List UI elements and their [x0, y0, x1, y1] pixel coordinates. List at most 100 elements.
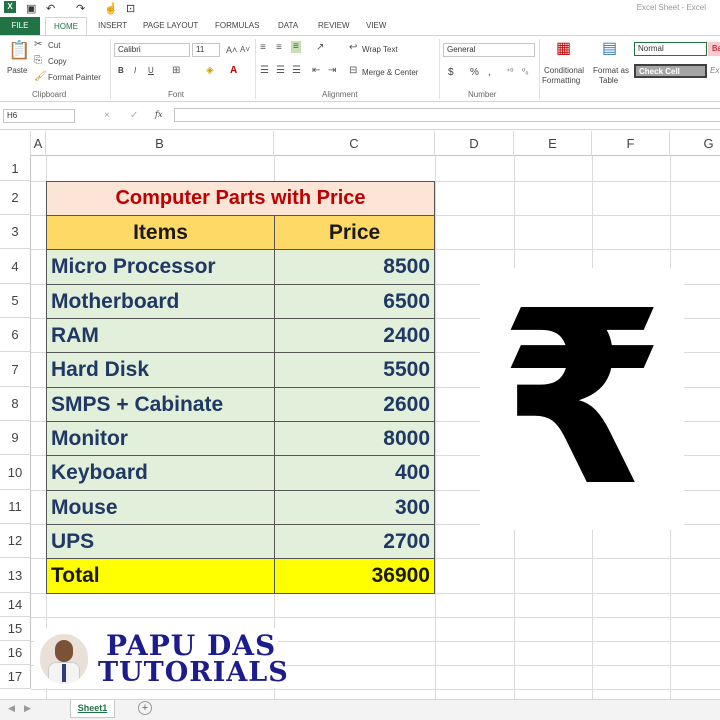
column-header-e[interactable]: E — [514, 131, 592, 156]
borders-icon[interactable]: ⊞ — [172, 65, 180, 77]
conditional-formatting-icon[interactable]: ▦ — [556, 40, 571, 58]
row-header[interactable]: 12 — [0, 524, 31, 558]
rupee-image[interactable]: ₹ — [480, 268, 684, 530]
italic-button[interactable]: I — [134, 66, 136, 75]
item-cell[interactable]: RAM — [46, 318, 275, 353]
header-cell-items[interactable]: Items — [46, 215, 275, 250]
header-cell-price[interactable]: Price — [274, 215, 435, 250]
format-painter-button[interactable]: Format Painter — [48, 73, 101, 82]
conditional-formatting-line1[interactable]: Conditional — [544, 66, 584, 75]
cancel-button[interactable]: × — [104, 110, 110, 121]
column-header-f[interactable]: F — [592, 131, 670, 156]
tab-formulas[interactable]: FORMULAS — [215, 17, 259, 35]
fill-color-icon[interactable]: ◈ — [206, 65, 214, 77]
merge-center-icon[interactable]: ⊟ — [349, 65, 357, 77]
bold-button[interactable]: B — [118, 66, 124, 75]
style-bad[interactable]: Ba — [708, 42, 720, 56]
touch-mode-icon[interactable]: ☝ — [104, 2, 118, 15]
paste-button[interactable]: Paste — [7, 66, 27, 75]
format-as-table-line1[interactable]: Format as — [593, 66, 629, 75]
column-header-a[interactable]: A — [31, 131, 46, 156]
price-cell[interactable]: 6500 — [274, 284, 435, 319]
increase-font-icon[interactable]: A˄ — [226, 44, 237, 56]
row-header[interactable]: 15 — [0, 617, 31, 641]
column-header-g[interactable]: G — [670, 131, 720, 156]
decrease-font-icon[interactable]: A˅ — [240, 44, 250, 56]
add-sheet-button[interactable]: + — [138, 701, 152, 715]
merge-center-button[interactable]: Merge & Center — [362, 68, 418, 77]
item-cell[interactable]: Hard Disk — [46, 352, 275, 388]
price-cell[interactable]: 300 — [274, 490, 435, 525]
item-cell[interactable]: Micro Processor — [46, 249, 275, 285]
column-header-b[interactable]: B — [46, 131, 274, 156]
item-cell[interactable]: Keyboard — [46, 455, 275, 491]
decrease-indent-icon[interactable]: ⇤ — [312, 65, 320, 77]
align-right-icon[interactable]: ☰ — [292, 65, 301, 77]
underline-button[interactable]: U — [148, 66, 154, 75]
quick-access-icon[interactable]: ⊡ — [126, 2, 135, 15]
row-header[interactable]: 9 — [0, 421, 31, 455]
row-header[interactable]: 1 — [0, 156, 31, 181]
align-middle-icon[interactable]: ≡ — [276, 42, 282, 54]
row-header[interactable]: 17 — [0, 665, 31, 689]
price-cell[interactable]: 8500 — [274, 249, 435, 285]
row-header[interactable]: 6 — [0, 318, 31, 352]
total-label-cell[interactable]: Total — [46, 558, 275, 594]
tab-home[interactable]: HOME — [45, 17, 87, 36]
cut-icon[interactable]: ✂ — [34, 39, 42, 51]
style-check-cell[interactable]: Check Cell — [634, 64, 707, 78]
tab-review[interactable]: REVIEW — [318, 17, 350, 35]
select-all-corner[interactable] — [0, 131, 31, 156]
price-cell[interactable]: 5500 — [274, 352, 435, 388]
format-as-table-line2[interactable]: Table — [599, 76, 618, 85]
column-header-c[interactable]: C — [274, 131, 435, 156]
item-cell[interactable]: Monitor — [46, 421, 275, 456]
conditional-formatting-line2[interactable]: Formatting — [542, 76, 580, 85]
row-header[interactable]: 8 — [0, 387, 31, 421]
percent-button[interactable]: % — [470, 67, 479, 78]
total-value-cell[interactable]: 36900 — [274, 558, 435, 594]
increase-decimal-icon[interactable]: ⁺⁰ — [506, 66, 513, 78]
tab-page-layout[interactable]: PAGE LAYOUT — [143, 17, 198, 35]
orientation-icon[interactable]: ↗ — [316, 42, 324, 54]
row-header[interactable]: 11 — [0, 490, 31, 524]
row-header[interactable]: 3 — [0, 215, 31, 249]
align-bottom-icon[interactable]: ≡ — [291, 41, 301, 53]
row-header[interactable]: 2 — [0, 181, 31, 215]
price-cell[interactable]: 2400 — [274, 318, 435, 353]
save-icon[interactable]: ▣ — [26, 2, 36, 15]
item-cell[interactable]: Motherboard — [46, 284, 275, 319]
sheet-tab-sheet1[interactable]: Sheet1 — [70, 700, 115, 718]
format-as-table-icon[interactable]: ▤ — [602, 40, 617, 58]
row-header[interactable]: 7 — [0, 352, 31, 387]
comma-button[interactable]: , — [488, 67, 491, 78]
tab-file[interactable]: FILE — [0, 17, 40, 35]
font-size-select[interactable]: 11 — [192, 43, 220, 57]
item-cell[interactable]: SMPS + Cabinate — [46, 387, 275, 422]
row-header[interactable]: 13 — [0, 558, 31, 593]
copy-icon[interactable]: ⎘ — [34, 55, 42, 67]
align-left-icon[interactable]: ☰ — [260, 65, 269, 77]
tab-view[interactable]: VIEW — [366, 17, 386, 35]
cut-button[interactable]: Cut — [48, 41, 60, 50]
column-header-d[interactable]: D — [435, 131, 514, 156]
formula-input[interactable] — [174, 108, 720, 122]
number-format-select[interactable]: General — [443, 43, 535, 57]
row-header[interactable]: 16 — [0, 641, 31, 665]
insert-function-button[interactable]: fx — [155, 110, 162, 119]
enter-button[interactable]: ✓ — [130, 110, 138, 121]
row-header[interactable]: 14 — [0, 593, 31, 617]
name-box[interactable]: H6 — [3, 109, 75, 123]
row-header[interactable]: 5 — [0, 284, 31, 318]
wrap-text-icon[interactable]: ↩ — [349, 42, 357, 54]
copy-button[interactable]: Copy — [48, 57, 67, 66]
font-color-icon[interactable]: A — [230, 65, 237, 77]
decrease-decimal-icon[interactable]: ⁰₀ — [522, 66, 529, 78]
align-center-icon[interactable]: ☰ — [276, 65, 285, 77]
price-cell[interactable]: 2700 — [274, 524, 435, 559]
price-cell[interactable]: 2600 — [274, 387, 435, 422]
scroll-left-icon[interactable]: ◀ — [8, 703, 15, 714]
row-header[interactable]: 4 — [0, 249, 31, 284]
price-cell[interactable]: 400 — [274, 455, 435, 491]
item-cell[interactable]: Mouse — [46, 490, 275, 525]
